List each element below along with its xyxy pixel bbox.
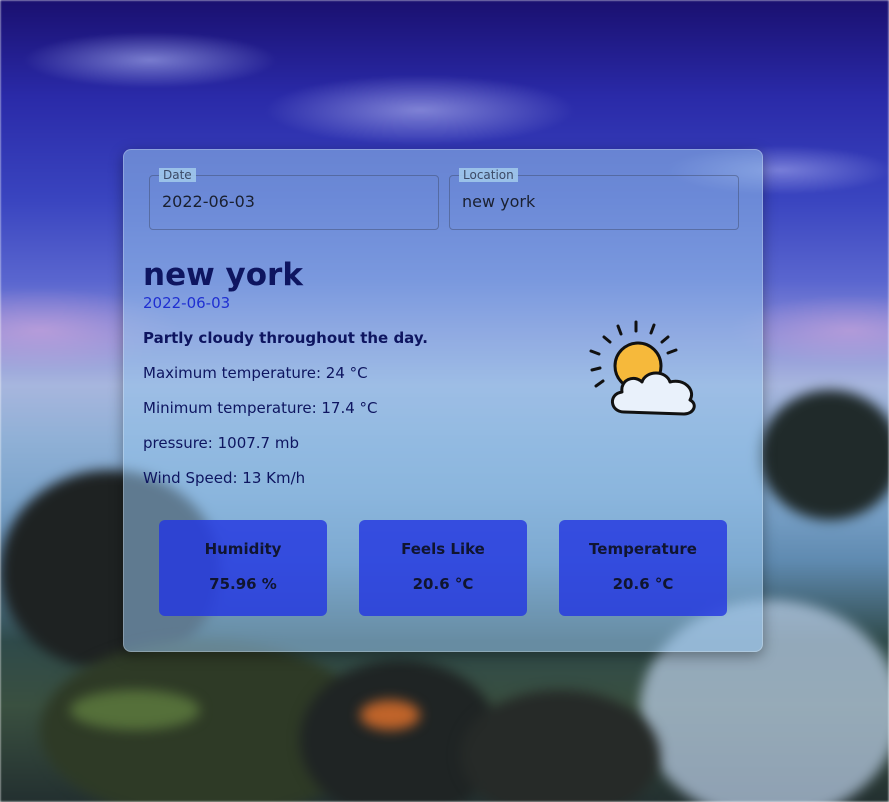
feels-like-card: Feels Like 20.6 °C (359, 520, 527, 616)
humidity-value: 75.96 % (209, 575, 277, 593)
location-field-label: Location (459, 168, 518, 182)
temperature-title: Temperature (589, 540, 697, 558)
location-input[interactable] (462, 192, 722, 211)
pressure: pressure: 1007.7 mb (143, 434, 299, 452)
weather-description: Partly cloudy throughout the day. (143, 329, 428, 347)
wind-speed: Wind Speed: 13 Km/h (143, 469, 306, 487)
location-field[interactable]: Location (449, 168, 739, 230)
humidity-card: Humidity 75.96 % (159, 520, 327, 616)
date-field[interactable]: Date (149, 168, 439, 230)
city-name: new york (143, 257, 303, 293)
max-temperature: Maximum temperature: 24 °C (143, 364, 368, 382)
date-field-label: Date (159, 168, 196, 182)
humidity-title: Humidity (204, 540, 282, 558)
temperature-value: 20.6 °C (612, 575, 674, 593)
feels-like-title: Feels Like (401, 540, 485, 558)
date-input[interactable] (162, 192, 422, 211)
partly-cloudy-day-icon (589, 320, 696, 416)
min-temperature: Minimum temperature: 17.4 °C (143, 399, 378, 417)
weather-card: Date Location new york 2022-06-03 Partly… (123, 149, 763, 652)
temperature-card: Temperature 20.6 °C (559, 520, 727, 616)
forecast-date: 2022-06-03 (143, 294, 231, 312)
feels-like-value: 20.6 °C (412, 575, 474, 593)
